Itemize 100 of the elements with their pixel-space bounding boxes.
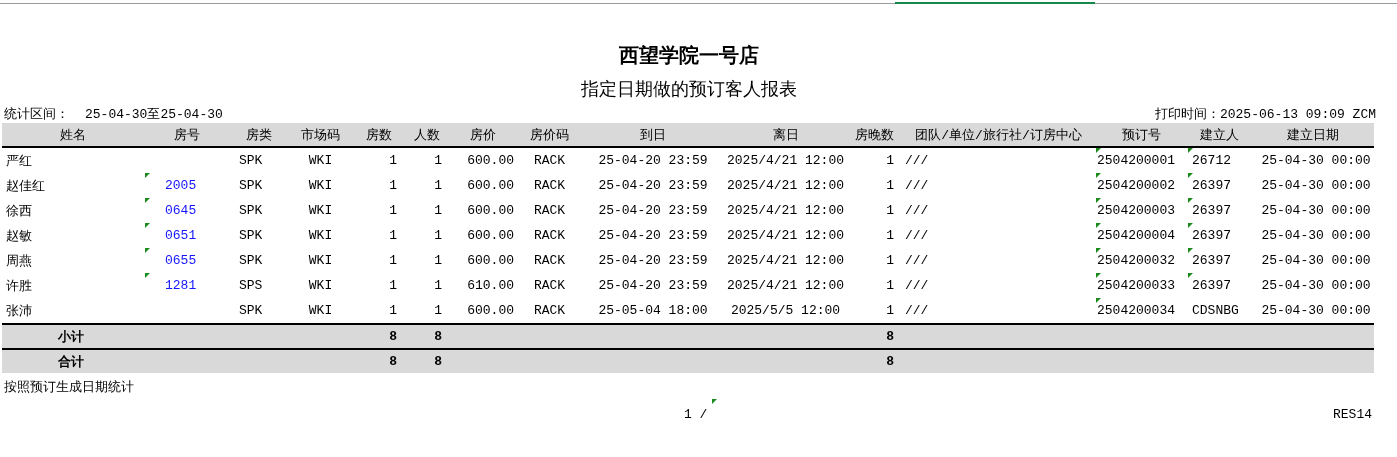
table-cell: /// [905,253,929,268]
table-cell: 1 [434,278,442,293]
column-header: 房类 [245,126,272,144]
table-cell: 1 [886,228,894,243]
column-header: 房号 [174,126,200,144]
table-cell: RACK [533,278,566,293]
table-cell-text: 张沛 [6,302,32,320]
table-cell: 2504200034 [1097,303,1175,318]
table-cell: SPK [239,153,263,168]
table-cell: WKI [308,278,333,293]
table-cell: 1 [886,278,894,293]
table-cell: 1 [434,253,442,268]
table-cell: /// [905,203,929,218]
table-cell: WKI [308,178,333,193]
table-cell: /// [905,278,929,293]
table-cell: 610.00 [467,278,514,293]
table-cell: 1 [886,303,894,318]
table-cell: SPK [239,178,263,193]
table-cell: 1 [434,228,442,243]
table-cell: 1 [389,153,397,168]
table-cell: 2504200004 [1097,228,1175,243]
column-header: 建立日期 [1287,126,1339,144]
table-cell: 1 [389,178,397,193]
table-cell: 1 [389,303,397,318]
table-cell-text: 周燕 [6,252,32,270]
table-cell: RACK [533,303,566,318]
table-cell: /// [905,178,929,193]
table-cell: SPK [239,253,263,268]
table-cell-text: 许胜 [6,277,32,295]
report-subtitle: 指定日期做的预订客人报表 [581,78,797,101]
table-cell: 25-04-30 00:00 [1261,278,1371,293]
table-cell: 26397 [1192,203,1231,218]
table-cell: 25-04-20 23:59 [598,228,708,243]
table-cell: 8 [434,329,442,344]
table-cell: 8 [886,354,894,369]
table-cell: 25-04-30 00:00 [1261,203,1371,218]
column-header: 房价码 [530,126,569,144]
table-cell: 1 [389,253,397,268]
table-cell: 2025/4/21 12:00 [727,203,844,218]
table-cell-text: 小计 [58,328,84,346]
table-cell: 2025/4/21 12:00 [727,153,844,168]
table-cell: 2025/4/21 12:00 [727,178,844,193]
table-cell: /// [905,153,929,168]
table-cell: RACK [533,203,566,218]
table-cell: 2025/4/21 12:00 [727,228,844,243]
column-header: 房晚数 [855,126,894,144]
table-cell: 2504200001 [1097,153,1175,168]
table-cell: WKI [308,228,333,243]
table-cell: 1 [389,228,397,243]
table-cell: 2504200002 [1097,178,1175,193]
table-cell: 25-04-20 23:59 [598,178,708,193]
table-cell-text: 赵敏 [6,227,32,245]
table-cell: 600.00 [467,153,514,168]
table-cell: WKI [308,253,333,268]
column-header: 预订号 [1121,126,1161,144]
table-cell: 25-04-20 23:59 [598,278,708,293]
column-header: 姓名 [60,126,86,144]
table-cell: 600.00 [467,253,514,268]
table-cell: 1 [886,178,894,193]
table-cell: 25-04-30 00:00 [1261,303,1371,318]
table-cell-text: 徐西 [6,202,32,220]
table-cell: 2005 [165,178,197,193]
table-cell-text: 严红 [6,152,32,170]
period-value: 25-04-30至25-04-30 [85,106,223,123]
table-cell: CDSNBG [1192,303,1239,318]
table-cell: 8 [886,329,894,344]
table-cell: 25-04-20 23:59 [598,203,708,218]
table-cell: 1 [886,153,894,168]
table-cell: 26712 [1192,153,1231,168]
report-code: RES14 [1333,407,1372,422]
table-cell: 1 [434,153,442,168]
table-cell: RACK [533,253,566,268]
column-header: 房价 [470,126,496,144]
table-cell: WKI [308,303,333,318]
footnote: 按照预订生成日期统计 [3,379,135,397]
table-cell: 25-04-30 00:00 [1261,178,1371,193]
table-cell: 25-04-20 23:59 [598,153,708,168]
table-cell-text: 合计 [58,353,84,371]
table-cell: 25-04-30 00:00 [1261,228,1371,243]
table-cell: SPK [239,203,263,218]
table-cell: 2025/5/5 12:00 [730,303,841,318]
table-cell: 2025/4/21 12:00 [727,253,844,268]
table-cell: 8 [389,354,397,369]
table-cell: 25-04-20 23:59 [598,253,708,268]
table-cell: 26397 [1192,253,1231,268]
table-cell: 1 [886,253,894,268]
column-header: 房数 [366,126,392,144]
table-cell: 8 [389,329,397,344]
table-cell: /// [905,303,929,318]
table-cell: 0655 [165,253,197,268]
table-cell: 1 [886,203,894,218]
period-label: 统计区间： [4,106,69,123]
table-cell: RACK [533,178,566,193]
column-header: 建立人 [1200,126,1239,144]
table-cell: RACK [533,153,566,168]
table-cell: 600.00 [467,178,514,193]
table-cell: 600.00 [467,203,514,218]
table-cell: 26397 [1192,178,1231,193]
table-cell: 25-04-30 00:00 [1261,253,1371,268]
table-cell: 25-05-04 18:00 [598,303,708,318]
